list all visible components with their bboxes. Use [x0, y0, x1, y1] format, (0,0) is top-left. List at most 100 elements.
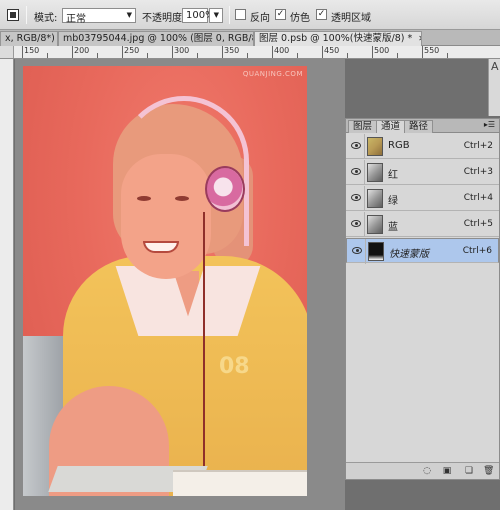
- ruler-number: 400: [274, 46, 290, 55]
- ruler-number: 300: [174, 46, 190, 55]
- channel-row-red[interactable]: 红 Ctrl+3: [346, 160, 499, 185]
- channels-panel: 图层 通道 路径 ▸☰ RGB Ctrl+2 红 Ctrl+3 绿 Ctrl+4…: [345, 118, 500, 480]
- ruler-tick: [222, 46, 223, 58]
- channel-thumbnail: [368, 242, 384, 261]
- eye-icon: [351, 220, 361, 227]
- panel-menu-icon[interactable]: ▸☰: [484, 120, 495, 129]
- ruler-tick: [97, 53, 98, 58]
- ruler-tick: [197, 53, 198, 58]
- opacity-dropdown-button[interactable]: ▼: [209, 8, 223, 23]
- tab-paths[interactable]: 路径: [404, 120, 434, 133]
- channel-thumbnail: [367, 137, 383, 156]
- transparency-label: 透明区域: [331, 13, 371, 24]
- channel-row-green[interactable]: 绿 Ctrl+4: [346, 186, 499, 211]
- ruler-number: 550: [424, 46, 440, 55]
- tab-label: 图层: [353, 121, 373, 132]
- eye-icon: [352, 247, 362, 254]
- channel-name: RGB: [388, 140, 410, 151]
- panel-tab-bar: 图层 通道 路径 ▸☰: [346, 119, 499, 133]
- ruler-tick: [172, 46, 173, 58]
- visibility-toggle[interactable]: [347, 239, 366, 264]
- channel-shortcut: Ctrl+6: [462, 246, 492, 256]
- document-tab[interactable]: x, RGB/8*): [0, 31, 58, 46]
- load-selection-icon[interactable]: ◌: [422, 466, 432, 476]
- options-separator: [229, 6, 230, 24]
- document-canvas[interactable]: 08 QUANJING.COM: [23, 66, 307, 496]
- channel-row-quick-mask[interactable]: 快速蒙版 Ctrl+6: [346, 238, 499, 264]
- opacity-input[interactable]: 100%: [182, 8, 215, 23]
- document-tab-active[interactable]: 图层 0.psb @ 100%(快速蒙版/8) * ✕: [254, 31, 422, 46]
- ruler-tick: [247, 53, 248, 58]
- channel-shortcut: Ctrl+2: [463, 141, 493, 151]
- ruler-tick: [322, 46, 323, 58]
- options-bar: 模式: 正常 ▼ 不透明度: 100% ▼ 反向 ✓ 仿色 ✓ 透明区域: [0, 0, 500, 30]
- channel-thumbnail: [367, 163, 383, 182]
- vertical-ruler: [0, 59, 14, 510]
- eye-icon: [351, 168, 361, 175]
- ruler-tick: [297, 53, 298, 58]
- channel-shortcut: Ctrl+3: [463, 167, 493, 177]
- transparency-checkbox[interactable]: ✓: [316, 9, 327, 20]
- reverse-label: 反向: [250, 13, 270, 24]
- ruler-tick: [347, 53, 348, 58]
- opacity-label: 不透明度:: [142, 13, 186, 24]
- ruler-tick: [22, 46, 23, 58]
- chevron-down-icon: ▼: [126, 11, 132, 19]
- visibility-toggle[interactable]: [346, 160, 365, 185]
- channel-name: 快速蒙版: [389, 249, 429, 260]
- shirt-number: 08: [219, 354, 250, 379]
- ruler-number: 250: [124, 46, 140, 55]
- ruler-number: 350: [224, 46, 240, 55]
- ruler-corner: [0, 46, 14, 58]
- document-tab-label: x, RGB/8*): [5, 33, 55, 44]
- headphone-earcup: [205, 166, 245, 212]
- new-channel-icon[interactable]: ❏: [464, 466, 474, 476]
- quick-mask-tool-icon[interactable]: [7, 9, 19, 21]
- photo-desk: [173, 470, 307, 496]
- ruler-tick: [147, 53, 148, 58]
- ruler-tick: [447, 53, 448, 58]
- dither-checkbox[interactable]: ✓: [275, 9, 286, 20]
- channel-name: 红: [388, 170, 398, 181]
- canvas-area[interactable]: 08 QUANJING.COM: [15, 59, 345, 510]
- ruler-number: 200: [74, 46, 90, 55]
- options-separator: [26, 6, 27, 24]
- ruler-tick: [72, 46, 73, 58]
- document-tab-label: mb03795044.jpg @ 100% (图层 0, RGB/8) *: [63, 33, 254, 44]
- tab-layers[interactable]: 图层: [348, 120, 378, 133]
- visibility-toggle[interactable]: [346, 134, 365, 159]
- channel-shortcut: Ctrl+5: [463, 219, 493, 229]
- reverse-checkbox[interactable]: [235, 9, 246, 20]
- watermark: QUANJING.COM: [242, 70, 303, 78]
- ruler-tick: [122, 46, 123, 58]
- save-selection-icon[interactable]: ▣: [442, 466, 452, 476]
- delete-channel-icon[interactable]: 🗑: [483, 466, 494, 476]
- ruler-number: 450: [324, 46, 340, 55]
- chevron-down-icon: ▼: [213, 11, 219, 19]
- channel-row-rgb[interactable]: RGB Ctrl+2: [346, 134, 499, 159]
- visibility-toggle[interactable]: [346, 186, 365, 211]
- horizontal-ruler: 150 200 250 300 350 400 450 500 550: [0, 46, 500, 59]
- dock-letter: A: [491, 60, 499, 73]
- document-tab-bar: x, RGB/8*) mb03795044.jpg @ 100% (图层 0, …: [0, 30, 500, 46]
- ruler-number: 150: [24, 46, 40, 55]
- channel-row-blue[interactable]: 蓝 Ctrl+5: [346, 212, 499, 237]
- ruler-number: 500: [374, 46, 390, 55]
- mode-select[interactable]: 正常 ▼: [62, 8, 136, 25]
- document-tab[interactable]: mb03795044.jpg @ 100% (图层 0, RGB/8) *: [58, 31, 254, 46]
- channel-thumbnail: [367, 215, 383, 234]
- ruler-tick: [272, 46, 273, 58]
- mode-label: 模式:: [34, 13, 58, 24]
- eye-icon: [351, 194, 361, 201]
- channel-name: 蓝: [388, 222, 398, 233]
- panel-footer: ◌ ▣ ❏ 🗑: [346, 462, 499, 479]
- tab-channels[interactable]: 通道: [376, 120, 406, 133]
- visibility-toggle[interactable]: [346, 212, 365, 237]
- channel-shortcut: Ctrl+4: [463, 193, 493, 203]
- headphone-cable: [203, 212, 205, 492]
- ruler-tick: [47, 53, 48, 58]
- close-tab-icon[interactable]: ✕: [418, 34, 421, 43]
- mode-select-value: 正常: [66, 14, 86, 25]
- ruler-tick: [422, 46, 423, 58]
- eye-icon: [351, 142, 361, 149]
